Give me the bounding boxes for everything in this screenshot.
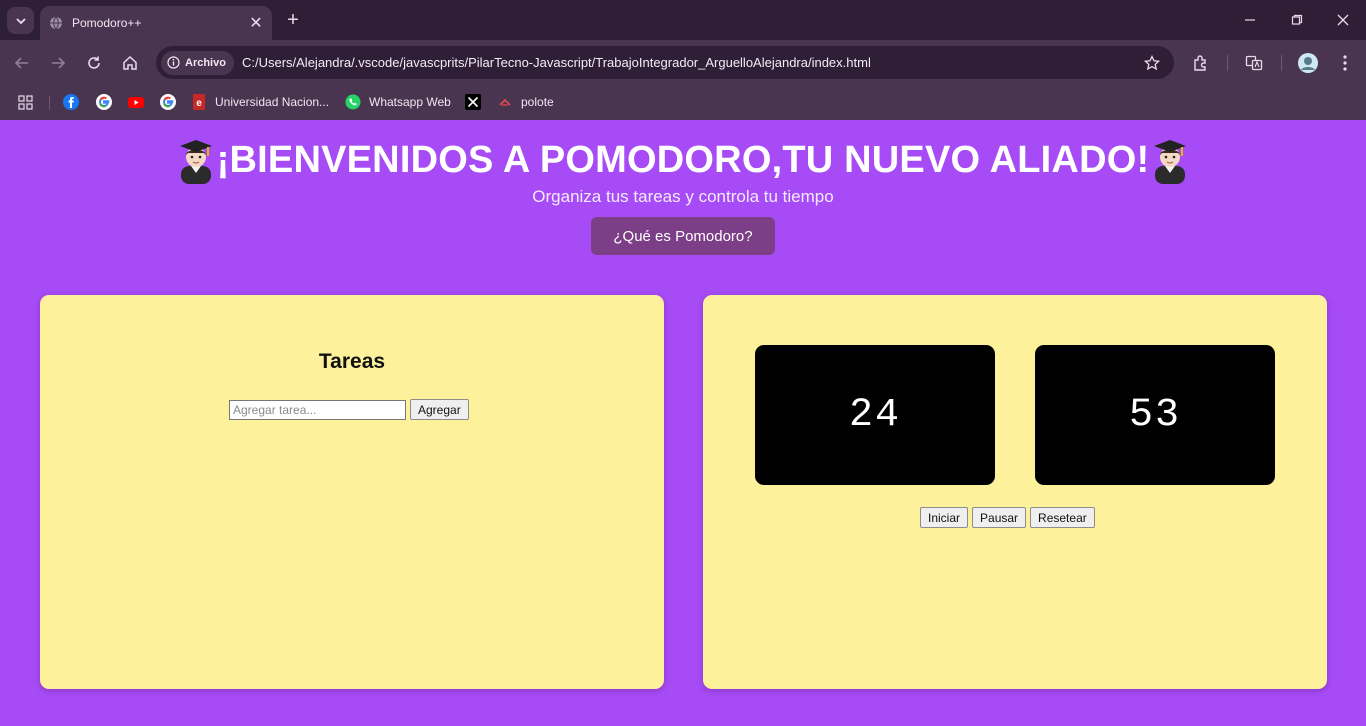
tasks-title: Tareas: [318, 350, 386, 373]
whatsapp-icon: [345, 94, 361, 110]
timer-controls: Iniciar Pausar Resetear: [920, 507, 1095, 528]
minimize-icon[interactable]: [1237, 8, 1263, 32]
browser-tab-strip: Pomodoro++ ✕ +: [0, 0, 1366, 40]
google-icon: [160, 94, 176, 110]
hero-subtitle: Organiza tus tareas y controla tu tiempo: [532, 187, 834, 206]
info-icon: [167, 56, 180, 69]
globe-icon: [49, 16, 63, 30]
bookmark-google[interactable]: [96, 91, 120, 113]
bookmarks-divider: [49, 96, 50, 110]
translate-icon[interactable]: [1242, 51, 1266, 75]
profile-avatar-icon[interactable]: [1296, 51, 1320, 75]
bookmark-whatsapp[interactable]: Whatsapp Web: [345, 91, 451, 113]
extensions-icon[interactable]: [1189, 51, 1213, 75]
close-tab-icon[interactable]: ✕: [246, 13, 266, 33]
restore-icon[interactable]: [1284, 8, 1310, 32]
task-input-row: Agregar: [229, 399, 469, 420]
university-icon: e: [191, 94, 207, 110]
add-task-button[interactable]: Agregar: [410, 399, 469, 420]
pause-button[interactable]: Pausar: [972, 507, 1027, 528]
bookmark-google-2[interactable]: [160, 91, 184, 113]
back-arrow-icon[interactable]: [10, 51, 34, 75]
facebook-icon: [63, 94, 79, 110]
page-content: ¡BIENVENIDOS A POMODORO,TU NUEVO ALIADO!…: [0, 120, 1366, 726]
svg-text:e: e: [196, 98, 202, 109]
start-button[interactable]: Iniciar: [920, 507, 969, 528]
bookmark-polote[interactable]: polote: [497, 91, 554, 113]
bookmark-youtube[interactable]: [128, 91, 152, 113]
apps-grid-icon[interactable]: [18, 91, 33, 113]
site-chip-label: Archivo: [185, 56, 226, 69]
x-icon: [465, 94, 481, 110]
home-icon[interactable]: [118, 51, 142, 75]
hero-title-row: ¡BIENVENIDOS A POMODORO,TU NUEVO ALIADO!: [0, 136, 1366, 184]
browser-toolbar: Archivo C:/Users/Alejandra/.vscode/javas…: [0, 40, 1366, 85]
toolbar-divider: [1281, 55, 1282, 71]
address-bar[interactable]: Archivo C:/Users/Alejandra/.vscode/javas…: [156, 46, 1174, 79]
bookmark-x[interactable]: [465, 91, 489, 113]
task-input[interactable]: [229, 399, 406, 420]
site-info-chip[interactable]: Archivo: [161, 50, 234, 75]
tasks-card: Tareas Agregar: [40, 295, 664, 689]
tab-search-button[interactable]: [7, 7, 34, 34]
url-text[interactable]: C:/Users/Alejandra/.vscode/javascprits/P…: [242, 55, 1140, 70]
bookmark-universidad[interactable]: e Universidad Nacion...: [191, 91, 329, 113]
new-tab-icon[interactable]: +: [282, 9, 304, 31]
bookmarks-bar: e Universidad Nacion... Whatsapp Web pol…: [0, 85, 1366, 120]
timer-card: 24 53 Iniciar Pausar Resetear: [703, 295, 1327, 689]
toolbar-divider: [1227, 55, 1228, 71]
student-icon: [179, 140, 212, 184]
timer-minutes-display: 24: [755, 345, 995, 485]
student-icon: [1154, 140, 1187, 184]
forward-arrow-icon[interactable]: [46, 51, 70, 75]
tab-title: Pomodoro++: [72, 16, 142, 30]
menu-kebab-icon[interactable]: [1333, 51, 1357, 75]
chevron-down-icon: [15, 17, 26, 24]
what-is-pomodoro-button[interactable]: ¿Qué es Pomodoro?: [591, 217, 775, 255]
youtube-icon: [128, 94, 144, 110]
reload-icon[interactable]: [82, 51, 106, 75]
google-icon: [96, 94, 112, 110]
timer-seconds-display: 53: [1035, 345, 1275, 485]
close-window-icon[interactable]: [1330, 8, 1356, 32]
bookmark-facebook[interactable]: [63, 91, 87, 113]
reset-button[interactable]: Resetear: [1030, 507, 1095, 528]
polote-icon: [497, 94, 513, 110]
hero-title: ¡BIENVENIDOS A POMODORO,TU NUEVO ALIADO!: [216, 138, 1150, 181]
browser-tab[interactable]: Pomodoro++ ✕: [40, 6, 272, 40]
bookmark-star-icon[interactable]: [1140, 51, 1164, 75]
